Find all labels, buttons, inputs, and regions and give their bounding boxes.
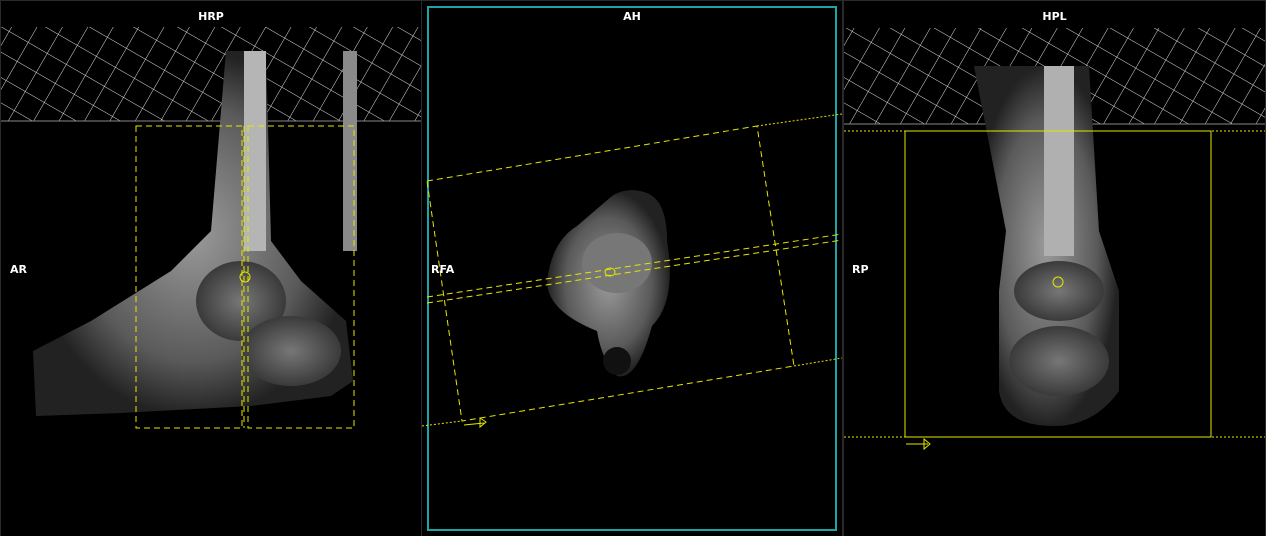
orientation-label: AR	[10, 263, 27, 276]
axial-image	[422, 6, 842, 531]
viewport-axial[interactable]: AH RFA	[422, 1, 842, 536]
coronal-image	[844, 28, 1265, 451]
orientation-label: RFA	[431, 263, 455, 276]
viewport-title: HPL	[1042, 10, 1067, 23]
sagittal-image	[1, 27, 421, 429]
direction-arrow-icon	[906, 437, 931, 451]
viewport-title: HRP	[198, 10, 224, 23]
viewport-title: AH	[623, 10, 641, 23]
orientation-label: RP	[852, 263, 869, 276]
viewport-coronal[interactable]: HPL RP	[844, 1, 1265, 536]
saturation-band	[1, 27, 421, 121]
viewport-sagittal[interactable]: HRP AR	[1, 1, 421, 536]
